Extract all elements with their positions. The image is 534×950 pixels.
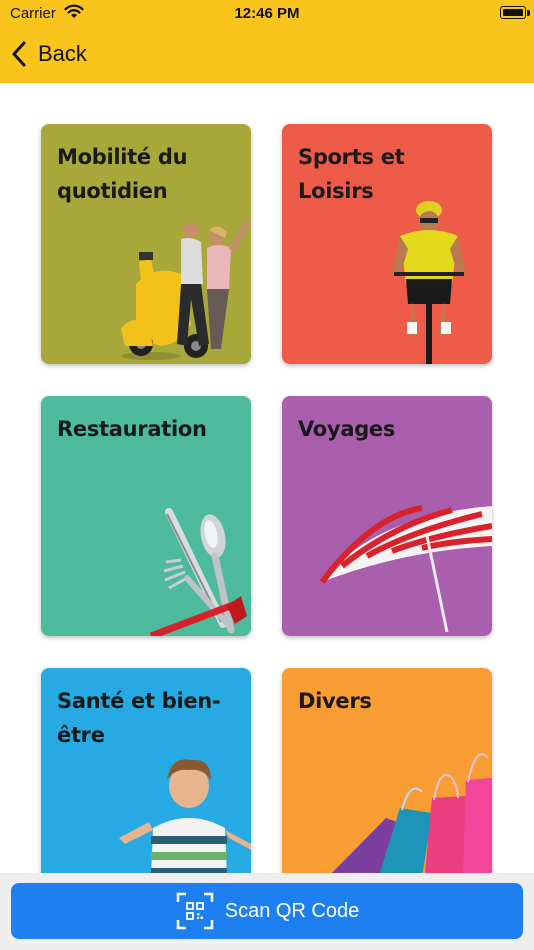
back-button[interactable]: Back: [12, 38, 87, 70]
category-card-mobilite[interactable]: Mobilité du quotidien: [41, 124, 251, 364]
cyclist-image: [392, 201, 466, 364]
shopping-bags-image: [322, 753, 492, 904]
battery-tip: [527, 10, 530, 16]
back-label: Back: [38, 41, 87, 66]
category-card-restauration[interactable]: Restauration: [41, 396, 251, 636]
scan-qr-button[interactable]: Scan QR Code: [11, 883, 523, 939]
category-card-sante[interactable]: Santé et bien-être: [41, 668, 251, 908]
meditating-child-image: [119, 759, 251, 878]
scooter-riders-image: [121, 219, 250, 360]
scan-qr-label: Scan QR Code: [224, 899, 360, 922]
chevron-left-icon: [12, 41, 26, 67]
category-card-divers[interactable]: Divers: [282, 668, 492, 908]
clock: 12:46 PM: [234, 5, 300, 22]
header-bar: Carrier 12:46 PM Back: [0, 0, 534, 83]
battery-icon: [500, 6, 526, 19]
cutlery-image: [149, 508, 247, 636]
category-card-voyages[interactable]: Voyages: [282, 396, 492, 636]
category-card-sports[interactable]: Sports et Loisirs: [282, 124, 492, 364]
qr-code-icon: [176, 892, 213, 930]
status-bar: Carrier 12:46 PM: [0, 0, 534, 28]
beach-umbrella-image: [319, 505, 492, 633]
